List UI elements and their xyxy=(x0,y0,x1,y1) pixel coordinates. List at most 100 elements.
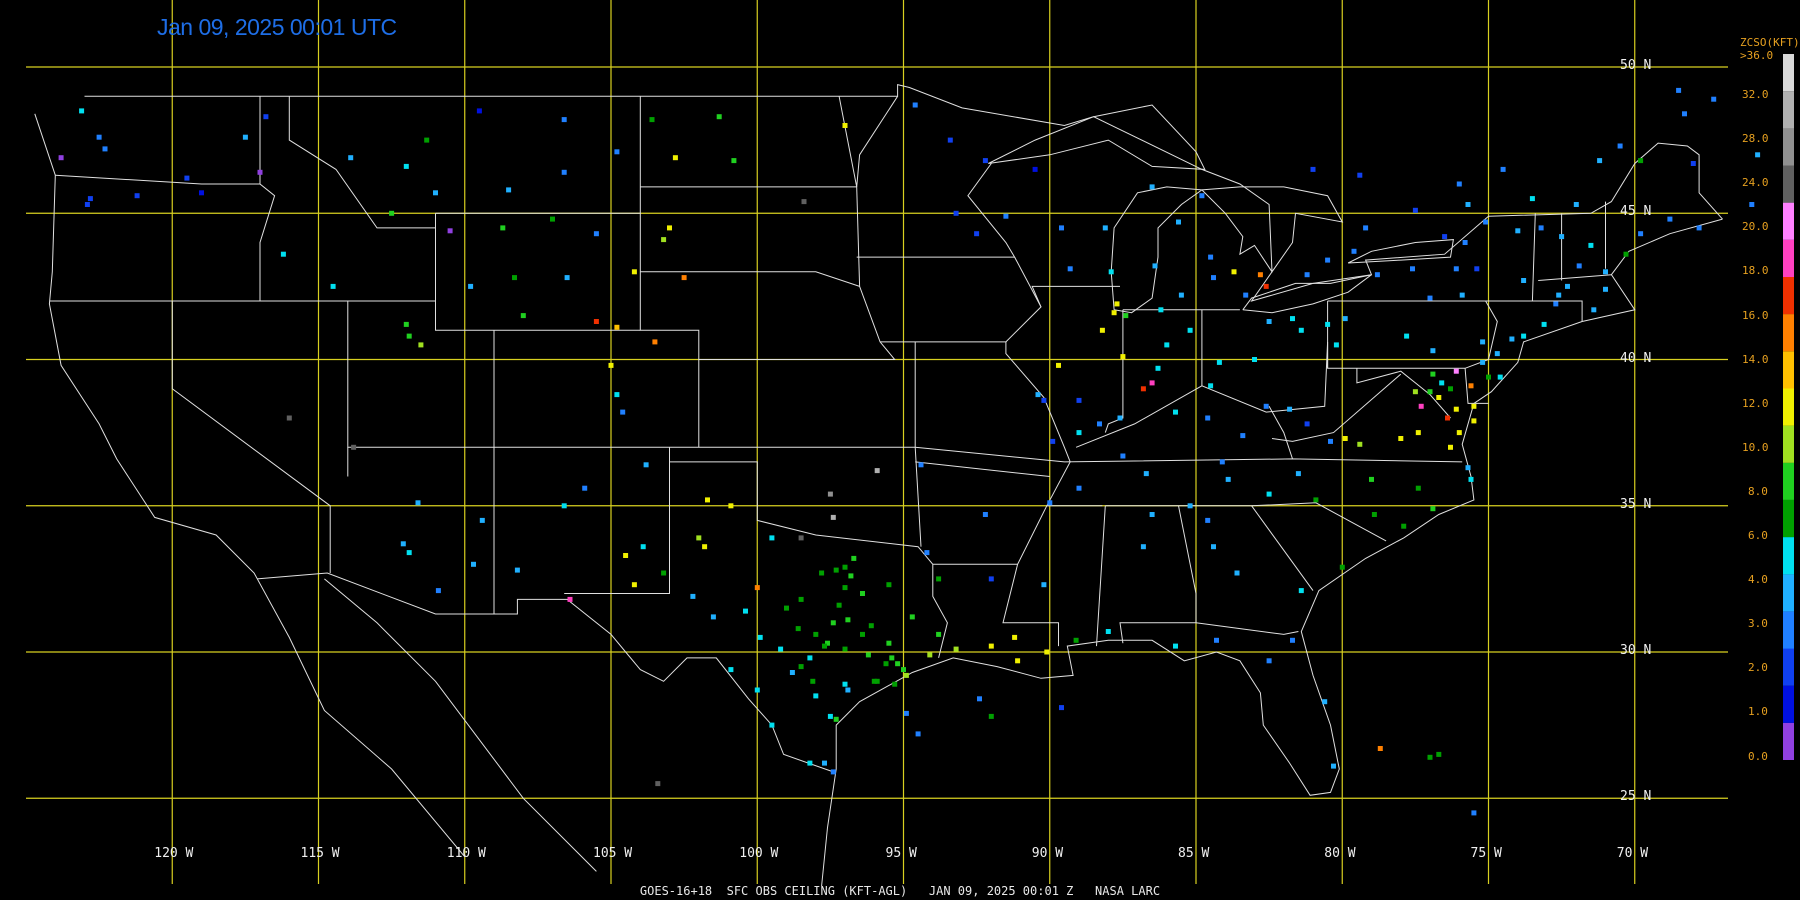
station-marker xyxy=(845,617,851,623)
station-marker xyxy=(1427,295,1433,301)
legend-value-label: 1.0 xyxy=(1748,705,1768,719)
station-marker xyxy=(883,661,889,667)
border-line xyxy=(856,163,1016,258)
station-marker xyxy=(1448,444,1453,450)
station-marker xyxy=(1471,418,1477,424)
station-marker xyxy=(102,146,108,152)
station-marker xyxy=(1155,365,1161,371)
station-marker xyxy=(778,646,784,652)
border-line xyxy=(1105,502,1387,542)
station-marker xyxy=(199,190,204,196)
legend-title: ZCSO(KFT) >36.0 xyxy=(1740,36,1800,62)
border-line xyxy=(288,96,436,301)
station-marker xyxy=(1442,234,1448,240)
station-marker xyxy=(842,564,848,570)
station-marker xyxy=(1149,512,1155,517)
station-marker xyxy=(1295,471,1301,477)
lon-label: 75 W xyxy=(1470,846,1502,861)
border-line xyxy=(1104,309,1124,433)
station-marker xyxy=(1205,415,1211,421)
station-marker xyxy=(1120,354,1126,360)
station-marker xyxy=(87,196,93,202)
timestamp-title: Jan 09, 2025 00:01 UTC xyxy=(157,14,397,40)
station-marker xyxy=(836,602,842,608)
station-marker xyxy=(1205,517,1211,523)
station-marker xyxy=(1483,219,1489,225)
border-line xyxy=(1356,368,1451,419)
station-marker xyxy=(1208,383,1214,389)
station-marker xyxy=(479,517,485,523)
station-marker xyxy=(593,231,599,237)
station-marker xyxy=(1398,436,1404,441)
station-marker xyxy=(1211,275,1216,281)
station-marker xyxy=(1173,643,1178,649)
station-marker xyxy=(1158,307,1164,313)
legend-value-label: 20.0 xyxy=(1742,220,1769,234)
station-marker xyxy=(810,678,816,684)
station-marker xyxy=(927,652,933,658)
station-marker xyxy=(1047,500,1053,506)
station-marker xyxy=(1199,193,1205,199)
station-marker xyxy=(1430,506,1436,512)
lon-label: 95 W xyxy=(885,846,917,861)
station-marker xyxy=(813,631,819,637)
station-marker xyxy=(608,362,614,368)
station-marker xyxy=(1102,225,1108,231)
station-marker xyxy=(1465,465,1471,471)
station-marker xyxy=(1325,321,1331,327)
border-line xyxy=(1538,274,1612,281)
station-marker xyxy=(1377,746,1383,751)
station-marker xyxy=(892,681,898,687)
station-marker xyxy=(1176,219,1181,225)
station-marker xyxy=(1357,441,1363,447)
station-marker xyxy=(1468,476,1474,482)
station-marker xyxy=(1427,389,1433,395)
legend-swatch xyxy=(1783,128,1794,166)
station-marker xyxy=(798,535,804,541)
station-marker xyxy=(1529,196,1535,202)
station-marker xyxy=(1494,351,1500,357)
station-marker xyxy=(903,710,909,716)
station-marker xyxy=(1140,544,1146,550)
border-line xyxy=(640,271,860,287)
station-marker xyxy=(1415,430,1421,436)
legend-value-label: 6.0 xyxy=(1748,529,1768,542)
lake-outline xyxy=(1242,274,1372,314)
border-line xyxy=(347,301,1463,463)
lake-outline xyxy=(988,104,1206,170)
station-marker xyxy=(822,760,827,766)
station-marker xyxy=(1541,321,1547,327)
station-marker xyxy=(1012,634,1018,640)
border-line xyxy=(856,96,899,187)
station-marker xyxy=(977,696,982,702)
station-marker xyxy=(406,333,412,339)
station-marker xyxy=(1211,544,1216,550)
map-stage: Jan 09, 2025 00:01 UTC 50 N 45 N 40 N 35 N 3… xyxy=(0,0,1800,900)
border-line xyxy=(698,96,896,360)
station-marker xyxy=(655,781,661,787)
station-marker xyxy=(851,555,857,561)
border-line xyxy=(669,461,948,659)
border-line xyxy=(1251,505,1314,591)
station-marker xyxy=(1453,368,1459,374)
legend-swatch xyxy=(1783,425,1794,463)
station-marker xyxy=(286,415,292,421)
station-marker xyxy=(471,561,476,567)
station-marker xyxy=(351,444,357,450)
station-marker xyxy=(1439,380,1445,386)
station-marker xyxy=(1480,359,1486,365)
station-marker xyxy=(988,576,994,582)
station-marker xyxy=(827,491,833,497)
station-marker xyxy=(895,661,901,667)
station-marker xyxy=(842,681,848,687)
station-marker xyxy=(848,573,854,579)
station-marker xyxy=(1041,582,1047,588)
station-marker xyxy=(1111,310,1117,316)
station-marker xyxy=(947,137,953,143)
station-marker xyxy=(1682,111,1687,117)
legend-value-label: 18.0 xyxy=(1742,264,1769,278)
station-marker xyxy=(1638,231,1644,237)
station-marker xyxy=(1076,430,1082,436)
station-marker xyxy=(1097,421,1102,427)
station-marker xyxy=(833,716,839,722)
